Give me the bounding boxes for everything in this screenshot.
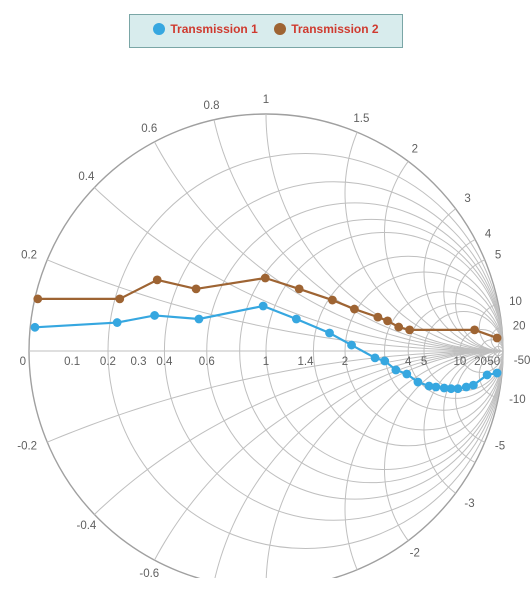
- series-point-2: [261, 274, 270, 283]
- radial-tick-label: 0.6: [199, 356, 215, 368]
- angular-tick-label: 4: [485, 228, 492, 240]
- angular-tick-label: 0.8: [204, 100, 220, 112]
- radial-tick-label: 1.4: [298, 356, 315, 368]
- angular-tick-label: 0.4: [78, 171, 95, 183]
- legend-label-1: Transmission 1: [170, 22, 257, 36]
- series-point-2: [295, 285, 304, 294]
- radial-tick-label: 1: [263, 356, 269, 368]
- legend-dot-2: [274, 23, 286, 35]
- series-point-2: [115, 294, 124, 303]
- series-point-1: [259, 302, 268, 311]
- series-point-1: [493, 369, 502, 378]
- angular-tick-label: -0.2: [17, 440, 37, 452]
- series-point-1: [292, 315, 301, 324]
- radial-tick-label: 10: [453, 356, 466, 368]
- angular-tick-label: 2: [412, 144, 418, 156]
- legend-item-transmission-2: Transmission 2: [274, 22, 378, 36]
- series-point-1: [371, 353, 380, 362]
- radial-tick-label: 0.1: [64, 356, 80, 368]
- series-point-1: [150, 311, 159, 320]
- radial-tick-label: 50: [487, 356, 500, 368]
- series-point-2: [192, 285, 201, 294]
- series-point-1: [195, 315, 204, 324]
- series-point-2: [373, 313, 382, 322]
- angular-tick-label: 10: [509, 296, 522, 308]
- chart-legend: Transmission 1 Transmission 2: [129, 14, 403, 48]
- series-point-1: [113, 318, 122, 327]
- radial-tick-label: 0.2: [100, 356, 116, 368]
- series-point-1: [454, 384, 463, 393]
- angular-tick-label: -0.6: [139, 568, 159, 578]
- series-point-1: [325, 329, 334, 338]
- angular-tick-label: 0.2: [21, 250, 37, 262]
- radial-tick-label: 20: [474, 356, 487, 368]
- series-point-1: [432, 383, 441, 392]
- series-point-1: [469, 381, 478, 390]
- angular-tick-label: -10: [509, 394, 526, 406]
- series-point-2: [350, 305, 359, 314]
- series-point-1: [414, 378, 423, 387]
- series-point-1: [31, 323, 40, 332]
- series-point-2: [493, 334, 502, 343]
- radial-tick-label: 0: [20, 356, 26, 368]
- angular-tick-label: -3: [464, 498, 474, 510]
- angular-tick-label: 0.6: [141, 123, 157, 135]
- radial-tick-label: 0.3: [130, 356, 146, 368]
- series-point-2: [153, 276, 162, 285]
- legend-label-2: Transmission 2: [291, 22, 378, 36]
- radial-tick-label: 5: [421, 356, 427, 368]
- angular-tick-label: -5: [495, 440, 505, 452]
- series-point-1: [347, 341, 356, 350]
- series-point-1: [380, 357, 389, 366]
- radial-tick-label: 4: [405, 356, 412, 368]
- series-point-2: [470, 326, 479, 335]
- smith-chart-svg: 0123451020500.10.20.30.40.61.40.20.40.60…: [0, 48, 532, 578]
- legend-dot-1: [153, 23, 165, 35]
- angular-tick-label: -2: [410, 548, 420, 560]
- angular-tick-label: 20: [513, 320, 526, 332]
- series-point-2: [394, 323, 403, 332]
- series-point-2: [33, 294, 42, 303]
- series-point-2: [328, 296, 337, 305]
- legend-item-transmission-1: Transmission 1: [153, 22, 257, 36]
- series-point-1: [391, 366, 400, 375]
- radial-tick-label: 0.4: [156, 356, 173, 368]
- angular-tick-label: 1: [263, 94, 269, 106]
- series-point-2: [405, 326, 414, 335]
- angular-tick-label: 3: [464, 193, 470, 205]
- angular-tick-label: 1.5: [353, 113, 369, 125]
- angular-tick-label: -50: [514, 355, 531, 367]
- series-point-1: [483, 371, 492, 380]
- series-point-1: [402, 370, 411, 379]
- angular-tick-label: 5: [495, 250, 501, 262]
- series-point-2: [383, 317, 392, 326]
- angular-tick-label: -0.4: [76, 520, 96, 532]
- radial-tick-label: 2: [342, 356, 348, 368]
- smith-chart: 0123451020500.10.20.30.40.61.40.20.40.60…: [0, 48, 532, 578]
